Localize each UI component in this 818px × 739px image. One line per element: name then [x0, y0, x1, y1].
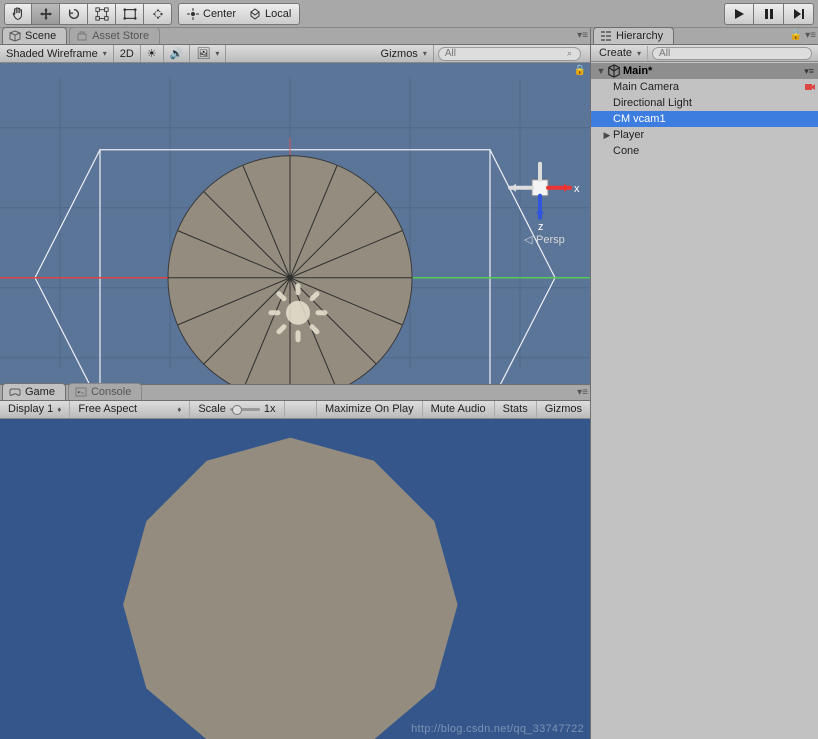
svg-text:Persp: Persp: [536, 234, 565, 246]
scene-tab-menu[interactable]: ▾≡: [577, 30, 588, 41]
transform-tool-group: [4, 3, 172, 25]
game-gizmos-dropdown[interactable]: Gizmos: [536, 401, 590, 418]
hierarchy-item-cone[interactable]: Cone: [591, 143, 818, 159]
scene-view[interactable]: 🔒: [0, 63, 590, 384]
step-button[interactable]: [784, 3, 814, 25]
scene-name-label: Main*: [623, 65, 818, 77]
hierarchy-tab-menu[interactable]: 🔒 ▾≡: [790, 30, 816, 41]
game-toolbar: Display 1♦ Free Aspect♦ Scale 1x Maximiz…: [0, 401, 590, 419]
unity-logo-icon: [607, 64, 621, 78]
local-label: Local: [265, 8, 291, 20]
rotate-tool-button[interactable]: [60, 3, 88, 25]
pivot-center-button[interactable]: Center: [178, 3, 245, 25]
hierarchy-item-cm-vcam1[interactable]: CM vcam1: [591, 111, 818, 127]
game-tab-bar: Game Console ▾≡: [0, 384, 590, 401]
svg-text:z: z: [538, 221, 544, 233]
player-foldout[interactable]: ▶: [601, 130, 613, 141]
stats-toggle[interactable]: Stats: [494, 401, 536, 418]
fx-dropdown[interactable]: 🖼: [190, 45, 226, 62]
sun-icon: ☀: [147, 47, 157, 60]
game-icon: [9, 386, 21, 398]
game-view[interactable]: http://blog.csdn.net/qq_33747722: [0, 419, 590, 739]
local-icon: [249, 8, 261, 20]
mute-toggle[interactable]: Mute Audio: [422, 401, 494, 418]
hand-tool-button[interactable]: [4, 3, 32, 25]
scene-tab-label: Scene: [25, 30, 56, 42]
asset-store-icon: [76, 30, 88, 42]
scale-tool-button[interactable]: [88, 3, 116, 25]
display-dropdown[interactable]: Display 1♦: [0, 401, 70, 418]
play-controls: [724, 3, 814, 25]
hierarchy-toolbar: Create: [591, 45, 818, 62]
console-icon: [75, 386, 87, 398]
scene-menu-icon[interactable]: ▾≡: [804, 66, 814, 77]
hierarchy-icon: [600, 30, 612, 42]
lighting-toggle[interactable]: ☀: [141, 45, 164, 62]
center-label: Center: [203, 8, 236, 20]
play-button[interactable]: [724, 3, 754, 25]
shading-mode-dropdown[interactable]: Shaded Wireframe: [0, 45, 114, 62]
main-toolbar: Center Local: [0, 0, 818, 28]
svg-text:x: x: [574, 183, 580, 195]
asset-store-tab-label: Asset Store: [92, 30, 149, 42]
scale-slider-track[interactable]: [230, 408, 260, 411]
hierarchy-tab-label: Hierarchy: [616, 30, 663, 42]
scale-slider[interactable]: Scale 1x: [190, 401, 284, 418]
hierarchy-panel: Hierarchy 🔒 ▾≡ Create ▼ Main* ▾≡ Main Ca…: [590, 28, 818, 739]
tab-game[interactable]: Game: [2, 383, 66, 400]
maximize-toggle[interactable]: Maximize On Play: [316, 401, 422, 418]
left-panel: Scene Asset Store ▾≡ Shaded Wireframe 2D…: [0, 28, 590, 739]
search-icon: ⌕: [567, 48, 572, 59]
scene-search: ⌕: [434, 47, 590, 61]
hierarchy-search: [648, 47, 816, 60]
cinemachine-icon: [804, 81, 816, 93]
hierarchy-item-main-camera[interactable]: Main Camera: [591, 79, 818, 95]
scene-tab-bar: Scene Asset Store ▾≡: [0, 28, 590, 45]
scene-lock-icon[interactable]: 🔒: [574, 65, 586, 76]
hierarchy-tree: ▼ Main* ▾≡ Main Camera Directional Light…: [591, 62, 818, 739]
scene-header-row[interactable]: ▼ Main* ▾≡: [591, 63, 818, 79]
rect-tool-button[interactable]: [116, 3, 144, 25]
hierarchy-tab-bar: Hierarchy 🔒 ▾≡: [591, 28, 818, 45]
tab-hierarchy[interactable]: Hierarchy: [593, 27, 674, 44]
speaker-icon: 🔊: [170, 47, 184, 60]
scene-foldout[interactable]: ▼: [595, 66, 607, 76]
move-tool-button[interactable]: [32, 3, 60, 25]
scene-icon: [9, 30, 21, 42]
game-tab-label: Game: [25, 386, 55, 398]
transform-tool-button[interactable]: [144, 3, 172, 25]
gizmos-dropdown[interactable]: Gizmos: [375, 45, 434, 62]
tab-console[interactable]: Console: [68, 383, 142, 400]
scene-search-input[interactable]: [438, 47, 581, 61]
2d-toggle[interactable]: 2D: [114, 45, 141, 62]
pause-button[interactable]: [754, 3, 784, 25]
pivot-local-button[interactable]: Local: [241, 3, 300, 25]
hierarchy-item-directional-light[interactable]: Directional Light: [591, 95, 818, 111]
console-tab-label: Console: [91, 386, 131, 398]
audio-toggle[interactable]: 🔊: [164, 45, 191, 62]
tab-asset-store[interactable]: Asset Store: [69, 27, 160, 44]
tab-scene[interactable]: Scene: [2, 27, 67, 44]
aspect-dropdown[interactable]: Free Aspect♦: [70, 401, 190, 418]
hierarchy-item-player[interactable]: ▶ Player: [591, 127, 818, 143]
watermark: http://blog.csdn.net/qq_33747722: [411, 723, 584, 735]
center-icon: [187, 8, 199, 20]
svg-text:◁: ◁: [524, 234, 533, 246]
pivot-group: Center Local: [178, 3, 300, 25]
image-icon: 🖼: [196, 47, 210, 60]
scene-toolbar: Shaded Wireframe 2D ☀ 🔊 🖼 Gizmos ⌕: [0, 45, 590, 63]
hierarchy-search-input[interactable]: [652, 47, 812, 60]
game-tab-menu[interactable]: ▾≡: [577, 387, 588, 398]
create-dropdown[interactable]: Create: [593, 46, 648, 60]
